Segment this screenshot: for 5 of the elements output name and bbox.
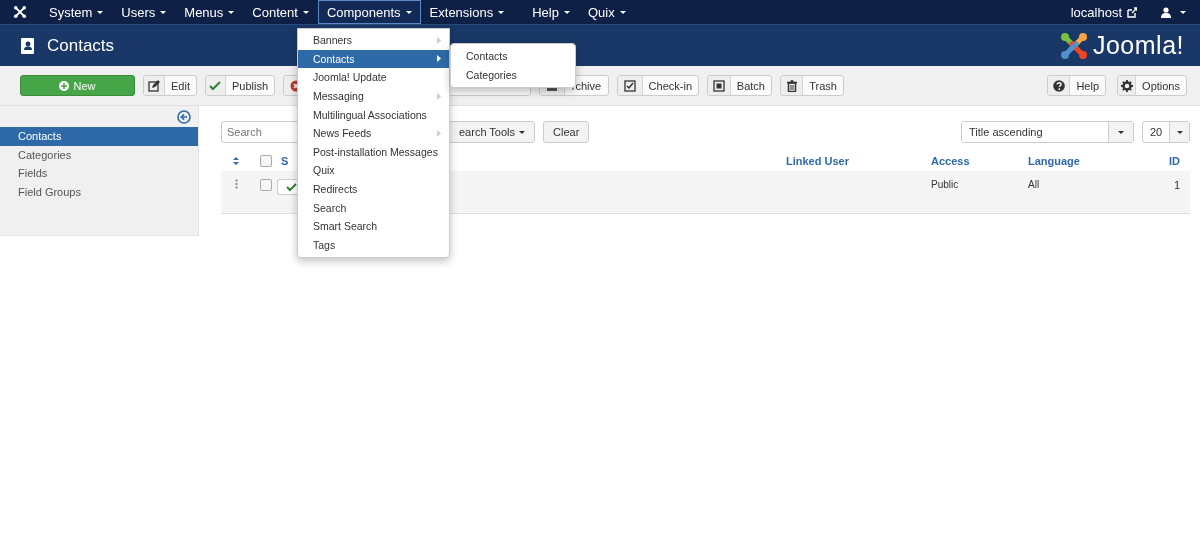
page-title: Contacts [47,35,115,56]
table-cell: 1 [1150,171,1190,214]
table-cell: All [1028,171,1150,214]
table-cell: Public [931,171,1028,214]
logo-wordmark: Joomla! [1092,31,1184,60]
